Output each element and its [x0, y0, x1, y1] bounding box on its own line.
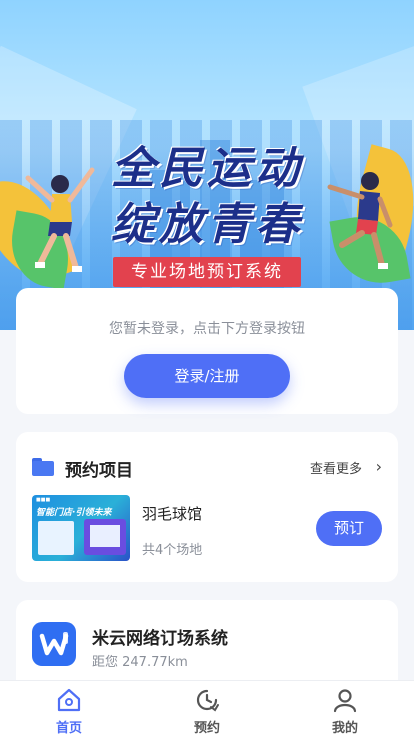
chevron-right-icon[interactable]: › — [376, 457, 382, 476]
hero-banner: 全民运动 绽放青春 专业场地预订系统 — [0, 0, 414, 330]
tab-home[interactable]: 首页 — [29, 681, 109, 736]
banner-title-line1: 全民运动 — [111, 143, 303, 194]
thumbnail-qr-card — [38, 521, 74, 555]
tab-home-label: 首页 — [55, 721, 82, 736]
home-icon — [57, 688, 81, 712]
login-register-button[interactable]: 登录/注册 — [124, 354, 290, 398]
user-icon — [333, 689, 357, 713]
thumbnail-screen — [84, 519, 126, 555]
clock-icon — [196, 689, 219, 712]
banner-tagline: 专业场地预订系统 — [113, 257, 301, 287]
tab-mine-label: 我的 — [331, 721, 358, 736]
venue-distance: 距您 247.77km — [92, 655, 188, 670]
w-logo-icon — [39, 632, 69, 656]
thumbnail-text: 智能门店·引领未来 — [36, 508, 112, 518]
login-card: 您暂未登录，点击下方登录按钮 登录/注册 — [16, 288, 398, 414]
tab-mine[interactable]: 我的 — [305, 681, 385, 736]
tab-booking[interactable]: 预约 — [167, 681, 247, 736]
booking-projects-card: 预约项目 查看更多 › ■■■ 智能门店·引领未来 羽毛球馆 共4个场地 预订 — [16, 432, 398, 582]
venue-name[interactable]: 羽毛球馆 — [142, 503, 202, 524]
venue-thumbnail[interactable]: ■■■ 智能门店·引领未来 — [32, 495, 130, 561]
booking-section-header: 预约项目 查看更多 › — [32, 456, 382, 481]
court-count: 共4个场地 — [142, 543, 203, 558]
book-button[interactable]: 预订 — [316, 511, 382, 546]
app-logo-icon — [32, 622, 76, 666]
section-title: 预约项目 — [65, 461, 133, 481]
venue-system-name: 米云网络订场系统 — [92, 629, 228, 649]
banner-title-line2: 绽放青春 — [111, 199, 303, 250]
tab-booking-label: 预约 — [193, 721, 220, 736]
bottom-tab-bar: 首页 预约 我的 — [0, 680, 414, 736]
login-hint: 您暂未登录，点击下方登录按钮 — [109, 321, 305, 337]
thumbnail-logo-mark: ■■■ — [36, 497, 51, 503]
folder-icon — [32, 458, 54, 476]
view-more-link[interactable]: 查看更多 — [310, 458, 362, 477]
